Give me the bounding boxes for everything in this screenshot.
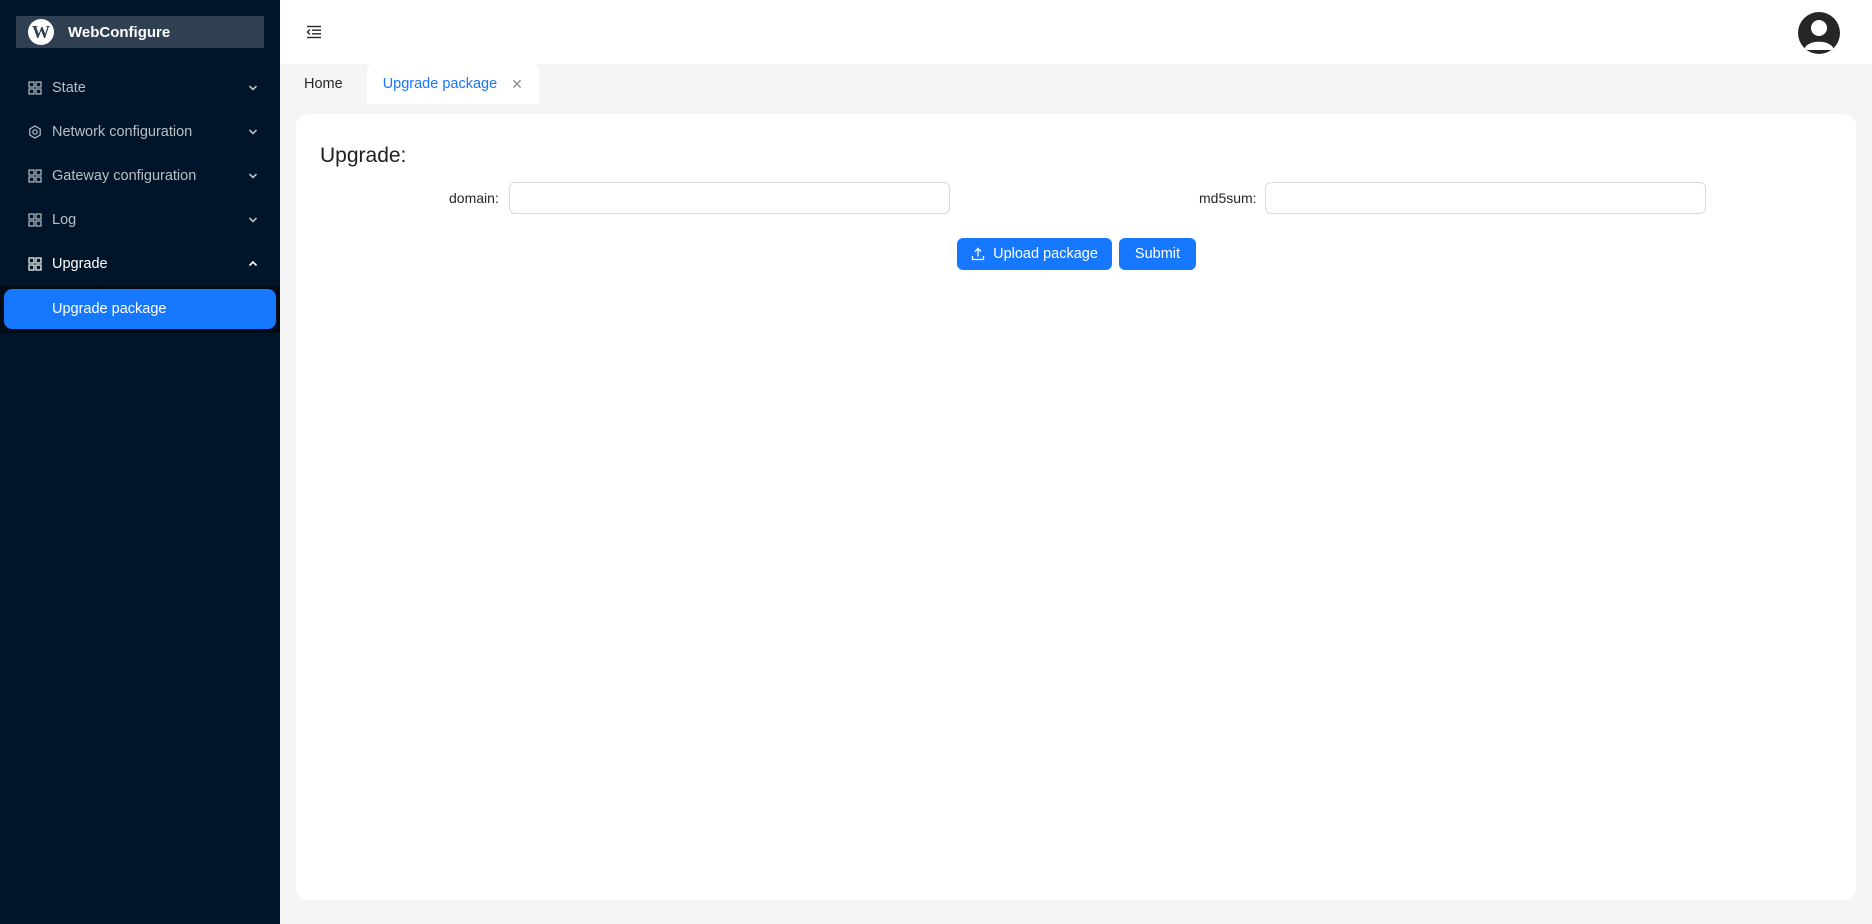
md5sum-label: md5sum: (1199, 190, 1257, 206)
tab-home[interactable]: Home (288, 64, 359, 104)
md5sum-input[interactable] (1265, 182, 1706, 214)
sidebar-item-label: Log (52, 212, 77, 228)
tab-label: Home (304, 76, 343, 92)
tab-label: Upgrade package (382, 76, 498, 92)
sidebar-item-upgrade-package[interactable]: Upgrade package (4, 289, 276, 329)
appstore-icon (28, 213, 42, 227)
chevron-up-icon (248, 259, 258, 269)
chevron-down-icon (248, 171, 258, 181)
sidebar-item-label: Upgrade (52, 256, 108, 272)
wordpress-logo-icon: W (28, 19, 54, 45)
user-avatar[interactable] (1798, 12, 1840, 54)
submit-button[interactable]: Submit (1119, 238, 1196, 270)
chevron-down-icon (248, 127, 258, 137)
setting-icon (28, 125, 42, 139)
tab-upgrade-package[interactable]: Upgrade package ✕ (366, 64, 539, 104)
sidebar-item-label: State (52, 80, 86, 96)
content-card: Upgrade: domain: md5sum: Upload package … (296, 114, 1856, 900)
domain-label: domain: (449, 190, 499, 206)
section-title: Upgrade: (320, 144, 407, 167)
appstore-icon (28, 257, 42, 271)
upload-icon (971, 247, 985, 261)
sidebar-item-gateway-configuration[interactable]: Gateway configuration (0, 154, 280, 198)
menu-fold-button[interactable] (304, 22, 324, 42)
app-title: WebConfigure (68, 23, 171, 41)
upload-package-label: Upload package (993, 246, 1098, 262)
app-logo[interactable]: W WebConfigure (16, 16, 264, 48)
user-icon (1804, 20, 1834, 50)
sidebar-item-upgrade[interactable]: Upgrade (0, 242, 280, 286)
page-tabs: Home Upgrade package ✕ (280, 64, 1872, 104)
sidebar-menu: State Network configuration Gateway conf… (0, 66, 280, 333)
chevron-down-icon (248, 215, 258, 225)
sidebar-submenu-upgrade: Upgrade package (0, 286, 280, 333)
top-header (280, 0, 1872, 64)
menu-fold-icon (306, 25, 321, 39)
chevron-down-icon (248, 83, 258, 93)
sidebar: W WebConfigure State Network configurati… (0, 0, 280, 924)
sidebar-item-log[interactable]: Log (0, 198, 280, 242)
sidebar-item-label: Gateway configuration (52, 168, 197, 184)
sidebar-item-state[interactable]: State (0, 66, 280, 110)
sidebar-item-network-configuration[interactable]: Network configuration (0, 110, 280, 154)
upload-package-button[interactable]: Upload package (957, 238, 1112, 270)
close-icon[interactable]: ✕ (511, 76, 523, 93)
domain-input[interactable] (509, 182, 950, 214)
sidebar-item-label: Network configuration (52, 124, 193, 140)
appstore-icon (28, 81, 42, 95)
appstore-icon (28, 169, 42, 183)
